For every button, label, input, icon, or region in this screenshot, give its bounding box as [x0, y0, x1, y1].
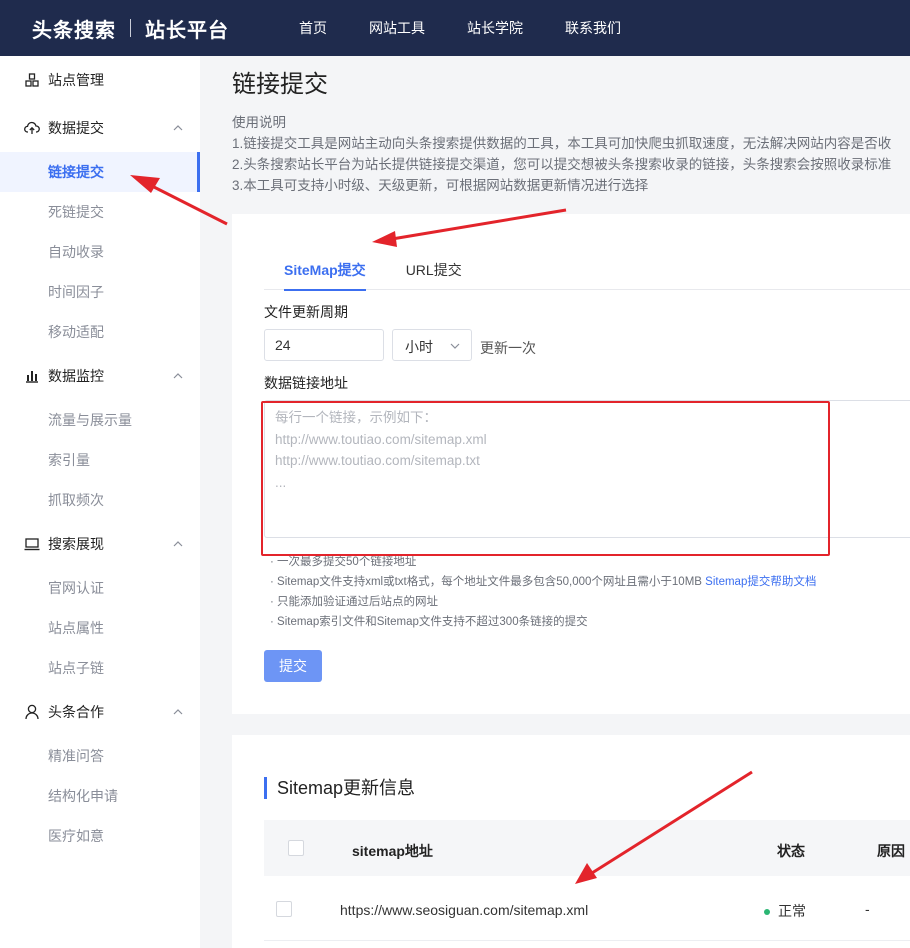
select-all-checkbox[interactable] [288, 840, 304, 856]
brand-name: 头条搜索 [32, 19, 116, 42]
sidebar-item-link-submit[interactable]: 链接提交 [0, 152, 200, 192]
reason-cell: - [865, 901, 870, 917]
submit-notes: · 一次最多提交50个链接地址 · Sitemap文件支持xml或txt格式，每… [270, 552, 816, 632]
sidebar-group-label: 搜索展现 [48, 536, 104, 552]
note-line: · 只能添加验证通过后站点的网址 [270, 596, 439, 608]
sidebar-item-crawl-frequency[interactable]: 抓取频次 [0, 480, 200, 520]
cloud-upload-icon [24, 120, 40, 136]
placeholder-line: http://www.toutiao.com/sitemap.txt [275, 453, 480, 468]
table-row: https://www.seosiguan.com/sitemap.xml 正常… [264, 876, 910, 941]
page-title: 链接提交 [232, 71, 328, 98]
top-bar: 头条搜索 站长平台 首页 网站工具 站长学院 联系我们 [0, 0, 910, 56]
tab-sitemap-submit[interactable]: SiteMap提交 [264, 244, 366, 291]
sitemap-links-textarea[interactable]: 每行一个链接，示例如下： http://www.toutiao.com/site… [264, 400, 910, 538]
usage-line: 3.本工具可支持小时级、天级更新，可根据网站数据更新情况进行选择 [232, 178, 649, 193]
usage-line: 1.链接提交工具是网站主动向头条搜索提供数据的工具，本工具可加快爬虫抓取速度，无… [232, 136, 892, 151]
sitemap-help-link[interactable]: Sitemap提交帮助文档 [705, 576, 816, 588]
column-header-url: sitemap地址 [352, 843, 433, 859]
sidebar: 站点管理 数据提交 链接提交 死链提交 自动收录 时间因子 移动适配 数据监控 … [0, 56, 200, 948]
usage-line: 2.头条搜索站长平台为站长提供链接提交渠道，您可以提交想被头条搜索收录的链接，头… [232, 157, 892, 172]
sidebar-item-precise-qa[interactable]: 精准问答 [0, 736, 200, 776]
period-input[interactable]: 24 [264, 329, 384, 361]
note-line: · Sitemap文件支持xml或txt格式，每个地址文件最多包含50,000个… [270, 572, 816, 592]
column-header-reason: 原因 [877, 843, 905, 859]
unit-select-value: 小时 [405, 339, 433, 355]
chevron-up-icon [173, 125, 183, 131]
placeholder-line: ... [275, 474, 287, 490]
nav-home[interactable]: 首页 [299, 18, 327, 38]
sidebar-group-data-submit[interactable]: 数据提交 [0, 104, 200, 152]
chevron-up-icon [173, 541, 183, 547]
sitemap-info-card: Sitemap更新信息 sitemap地址 状态 原因 https://www.… [232, 735, 910, 948]
submit-button[interactable]: 提交 [264, 650, 322, 682]
placeholder-line: http://www.toutiao.com/sitemap.xml [275, 431, 487, 447]
bar-chart-icon [24, 368, 40, 384]
sidebar-group-toutiao-coop[interactable]: 头条合作 [0, 688, 200, 736]
section-title: Sitemap更新信息 [264, 777, 415, 799]
period-label: 文件更新周期 [264, 304, 348, 320]
status-cell: 正常 [764, 901, 806, 921]
sidebar-group-data-monitor[interactable]: 数据监控 [0, 352, 200, 400]
sidebar-item-traffic[interactable]: 流量与展示量 [0, 400, 200, 440]
brand-divider [130, 19, 131, 37]
sidebar-group-label: 数据监控 [48, 368, 104, 384]
sidebar-item-site-attributes[interactable]: 站点属性 [0, 608, 200, 648]
submit-tabs: SiteMap提交 URL提交 [264, 244, 910, 291]
sidebar-group-label: 头条合作 [48, 704, 104, 720]
product-name: 站长平台 [145, 19, 229, 42]
top-nav: 首页 网站工具 站长学院 联系我们 [299, 18, 663, 38]
period-suffix: 更新一次 [480, 340, 536, 356]
note-line: · Sitemap索引文件和Sitemap文件支持不超过300条链接的提交 [270, 616, 588, 628]
site-icon [24, 72, 40, 88]
sidebar-item-official-verify[interactable]: 官网认证 [0, 568, 200, 608]
sidebar-group-label: 数据提交 [48, 120, 104, 136]
submit-card: SiteMap提交 URL提交 文件更新周期 24 小时 更新一次 数据链接地址… [232, 214, 910, 714]
unit-select[interactable]: 小时 [392, 329, 472, 361]
column-header-status: 状态 [777, 843, 805, 859]
note-text: · Sitemap文件支持xml或txt格式，每个地址文件最多包含50,000个… [270, 576, 702, 588]
sidebar-item-dead-link-submit[interactable]: 死链提交 [0, 192, 200, 232]
sidebar-group-site-management[interactable]: 站点管理 [0, 56, 200, 104]
row-checkbox[interactable] [276, 901, 292, 917]
nav-academy[interactable]: 站长学院 [467, 18, 523, 38]
brand[interactable]: 头条搜索 站长平台 [32, 14, 229, 43]
sidebar-item-structured-apply[interactable]: 结构化申请 [0, 776, 200, 816]
nav-site-tools[interactable]: 网站工具 [369, 18, 425, 38]
user-icon [24, 704, 40, 720]
sidebar-item-time-factor[interactable]: 时间因子 [0, 272, 200, 312]
sitemap-url: https://www.seosiguan.com/sitemap.xml [340, 902, 589, 918]
sidebar-item-mobile-adapt[interactable]: 移动适配 [0, 312, 200, 352]
placeholder-line: 每行一个链接，示例如下： [275, 410, 437, 425]
chevron-down-icon [450, 343, 460, 349]
chevron-up-icon [173, 709, 183, 715]
usage-title: 使用说明 [232, 115, 286, 130]
monitor-icon [24, 536, 40, 552]
chevron-up-icon [173, 373, 183, 379]
usage-instructions: 使用说明 1.链接提交工具是网站主动向头条搜索提供数据的工具，本工具可加快爬虫抓… [232, 112, 910, 196]
tab-url-submit[interactable]: URL提交 [406, 244, 462, 290]
sidebar-group-label: 站点管理 [48, 72, 104, 88]
status-text: 正常 [778, 903, 806, 919]
sidebar-group-search-display[interactable]: 搜索展现 [0, 520, 200, 568]
sidebar-item-site-sublinks[interactable]: 站点子链 [0, 648, 200, 688]
table-header: sitemap地址 状态 原因 [264, 820, 910, 876]
note-line: · 一次最多提交50个链接地址 [270, 556, 417, 568]
sidebar-item-index-count[interactable]: 索引量 [0, 440, 200, 480]
status-dot [764, 909, 770, 916]
sidebar-item-medical[interactable]: 医疗如意 [0, 816, 200, 856]
address-label: 数据链接地址 [264, 375, 348, 391]
nav-contact[interactable]: 联系我们 [565, 18, 621, 38]
sidebar-item-auto-index[interactable]: 自动收录 [0, 232, 200, 272]
